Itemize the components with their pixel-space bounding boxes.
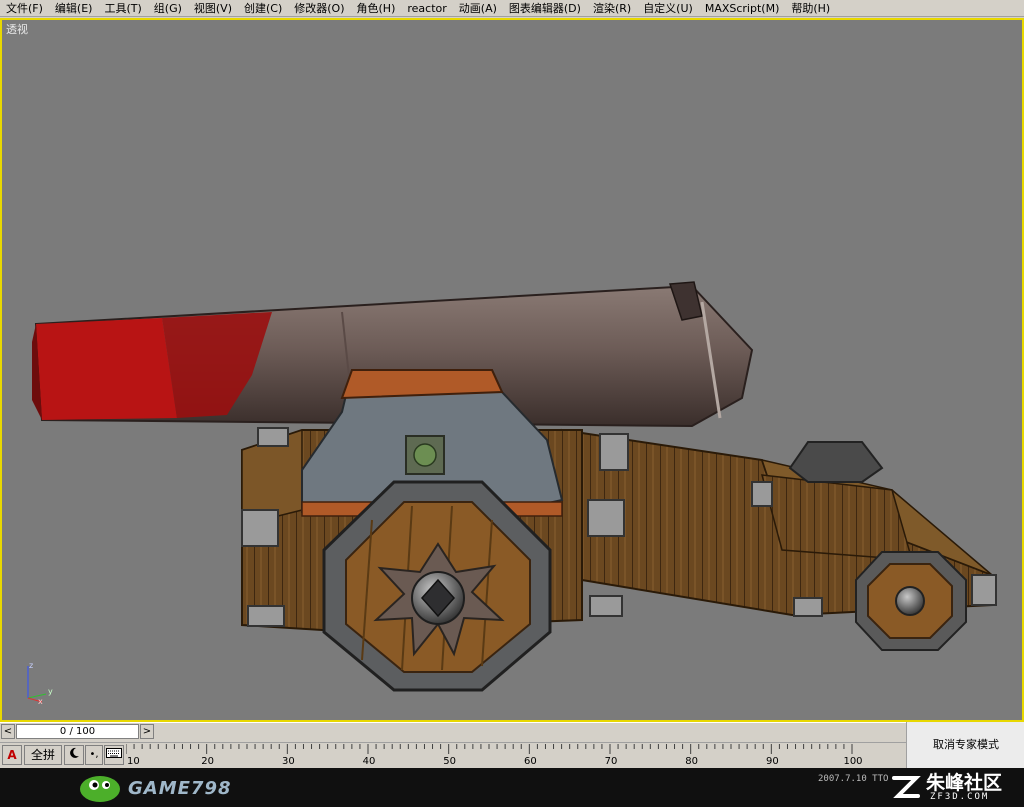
ruler-tick-label: 80 [685, 756, 698, 767]
menu-group[interactable]: 组(G) [148, 0, 188, 17]
axis-x-label: x [38, 697, 43, 706]
perspective-viewport[interactable]: 透视 z x y [0, 18, 1024, 722]
cancel-expert-mode-button[interactable]: 取消专家模式 [907, 736, 1024, 752]
menu-reactor[interactable]: reactor [401, 0, 452, 17]
punctuation-button[interactable]: •, [85, 745, 103, 765]
ruler-tick-label: 40 [363, 756, 376, 767]
keyboard-glyph-icon [106, 748, 122, 758]
ruler-tick-label: 30 [282, 756, 295, 767]
menu-customize[interactable]: 自定义(U) [637, 0, 699, 17]
ruler-tick-label: 70 [605, 756, 618, 767]
menu-modifiers[interactable]: 修改器(O) [288, 0, 350, 17]
time-slider-thumb[interactable]: 0 / 100 [16, 724, 139, 739]
menu-animation[interactable]: 动画(A) [453, 0, 503, 17]
rear-wheel [855, 551, 967, 651]
menu-maxscript[interactable]: MAXScript(M) [699, 0, 786, 17]
menu-create[interactable]: 创建(C) [238, 0, 288, 17]
next-frame-button[interactable]: > [140, 724, 154, 739]
moon-icon[interactable] [64, 745, 84, 765]
ruler-tick-label: 90 [766, 756, 779, 767]
ruler-tick-label: 10 [127, 756, 140, 767]
site-url: ZF3D.COM [930, 792, 990, 802]
ruler-tick-label: 60 [524, 756, 537, 767]
menu-character[interactable]: 角色(H) [351, 0, 402, 17]
menu-rendering[interactable]: 渲染(R) [587, 0, 637, 17]
ruler-background [126, 744, 906, 768]
axis-y-label: y [48, 687, 53, 696]
rear-wheel-far [788, 441, 884, 483]
game798-logo-text: GAME798 [128, 778, 232, 799]
site-title: 朱峰社区 [926, 772, 1003, 794]
game798-logo-icon [80, 776, 120, 802]
axis-gizmo-icon: z x y [27, 661, 53, 706]
fullspell-button[interactable]: 全拼 [24, 745, 62, 765]
time-slider: < 0 / 100 > [0, 722, 906, 740]
text-button[interactable]: A [2, 745, 22, 765]
menu-help[interactable]: 帮助(H) [785, 0, 836, 17]
expert-mode-panel: 取消专家模式 [906, 722, 1024, 768]
ruler-tick-label: 20 [201, 756, 214, 767]
frame-ruler[interactable]: 10 20 30 40 50 60 70 80 90 100 [126, 744, 906, 768]
moon-glyph-icon [70, 747, 79, 758]
watermark-strip: GAME798 2007.7.10 TTO 朱峰社区 ZF3D.COM [0, 768, 1024, 807]
menu-tools[interactable]: 工具(T) [98, 0, 147, 17]
menu-view[interactable]: 视图(V) [188, 0, 238, 17]
menu-edit[interactable]: 编辑(E) [49, 0, 99, 17]
ruler-tick-label: 100 [843, 756, 862, 767]
keyboard-icon[interactable] [104, 745, 124, 765]
prev-frame-button[interactable]: < [1, 724, 15, 739]
app-window: 文件(F) 编辑(E) 工具(T) 组(G) 视图(V) 创建(C) 修改器(O… [0, 0, 1024, 807]
axis-z-label: z [29, 661, 33, 670]
credit-text: 2007.7.10 TTO [818, 774, 889, 784]
menu-graph-editors[interactable]: 图表编辑器(D) [503, 0, 587, 17]
cannon-model [32, 281, 997, 692]
menu-bar: 文件(F) 编辑(E) 工具(T) 组(G) 视图(V) 创建(C) 修改器(O… [0, 0, 1024, 17]
zf3d-logo-icon [892, 776, 921, 798]
ruler-tick-label: 50 [443, 756, 456, 767]
menu-file[interactable]: 文件(F) [0, 0, 49, 17]
